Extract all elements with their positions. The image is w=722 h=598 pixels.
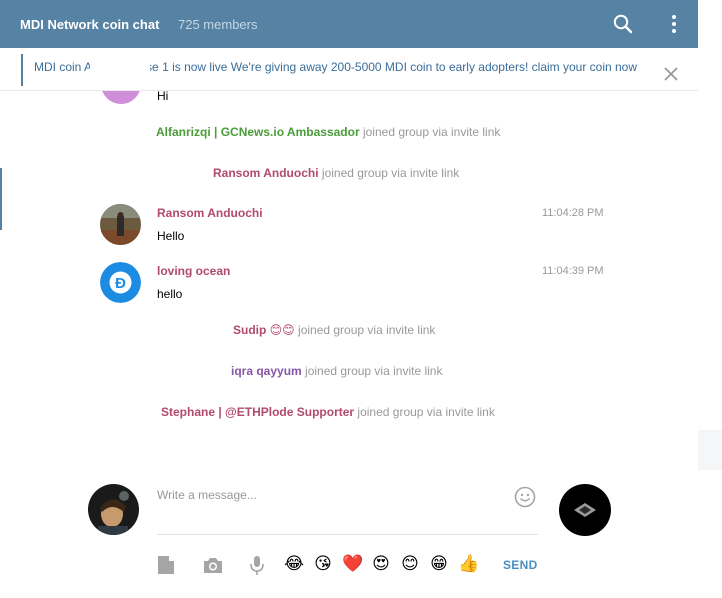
peer-avatar[interactable] [559, 484, 611, 536]
service-user-name[interactable]: Ransom Anduochi [213, 166, 319, 180]
emoji-shortcut[interactable]: 😍 [371, 554, 391, 574]
service-action: joined group via invite link [318, 166, 460, 180]
svg-text:Đ: Đ [115, 275, 126, 292]
service-message: Alfanrizqi | GCNews.io Ambassador joined… [156, 125, 500, 139]
message-author[interactable]: Ransom Anduochi [157, 206, 263, 220]
scroll-indicator [0, 168, 2, 230]
microphone-icon[interactable] [246, 554, 268, 576]
service-user-name[interactable]: iqra qayyum [231, 364, 302, 378]
service-message: Sudip 😊😊 joined group via invite link [233, 323, 435, 337]
message-text: Hello [157, 229, 185, 243]
send-button[interactable]: SEND [503, 558, 538, 572]
emoji-shortcut[interactable]: 😘 [313, 554, 333, 574]
message-time: 11:04:28 PM [542, 207, 604, 219]
emoji-shortcut[interactable]: ❤️ [342, 554, 363, 574]
chat-title[interactable]: MDI Network coin chat [20, 17, 159, 32]
avatar[interactable] [100, 204, 141, 245]
emoji-shortcut[interactable]: 😊 [400, 554, 420, 574]
message-text: hello [157, 287, 183, 301]
document-icon[interactable] [155, 554, 177, 576]
self-avatar[interactable] [88, 484, 139, 535]
service-action: joined group via invite link [294, 323, 436, 337]
emoji-shortcut[interactable]: 😂 [284, 554, 304, 574]
avatar[interactable]: Đ [100, 262, 141, 303]
smile-icon[interactable] [514, 486, 536, 508]
message-input[interactable] [157, 482, 497, 508]
service-action: joined group via invite link [354, 405, 495, 419]
camera-icon[interactable] [202, 554, 224, 576]
service-user-name[interactable]: Alfanrizqi | GCNews.io Ambassador [156, 125, 360, 139]
service-user-name[interactable]: Stephane | @ETHPlode Supporter [161, 405, 354, 419]
message-text: Hi [157, 89, 169, 103]
service-message: Ransom Anduochi joined group via invite … [213, 166, 459, 180]
search-icon[interactable] [612, 13, 634, 35]
emoji-shortcut[interactable]: 😁 [429, 554, 449, 574]
message-time: 11:04:39 PM [542, 265, 604, 277]
service-message: iqra qayyum joined group via invite link [231, 364, 442, 378]
service-message: Stephane | @ETHPlode Supporter joined gr… [161, 405, 495, 419]
service-user-name[interactable]: Sudip 😊😊 [233, 323, 295, 337]
close-icon[interactable] [662, 65, 680, 83]
chat-header: MDI Network coin chat 725 members [0, 0, 698, 48]
pinned-overlay [90, 48, 150, 91]
input-divider [157, 534, 538, 535]
service-action: joined group via invite link [359, 125, 501, 139]
window-edge [698, 0, 722, 598]
service-action: joined group via invite link [301, 364, 443, 378]
emoji-shortcut[interactable]: 👍 [458, 554, 479, 574]
member-count[interactable]: 725 members [178, 17, 257, 32]
pinned-accent-bar [21, 54, 23, 86]
more-vertical-icon[interactable] [664, 13, 684, 35]
message-author[interactable]: loving ocean [157, 264, 230, 278]
